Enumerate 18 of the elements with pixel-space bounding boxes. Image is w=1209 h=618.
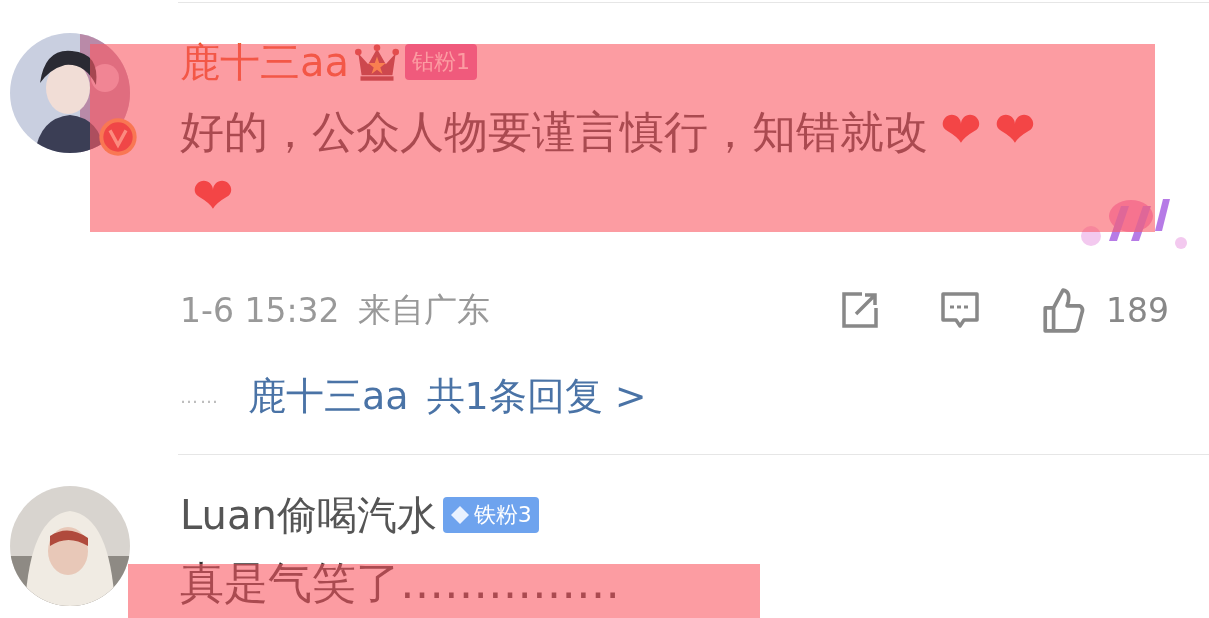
thumbs-up-icon (1040, 287, 1086, 333)
fan-badge: 钻粉1 (405, 44, 478, 80)
like-button[interactable]: 189 (1040, 287, 1169, 333)
diamond-icon (449, 505, 470, 525)
reply-author-link[interactable]: 鹿十三aa (248, 371, 409, 422)
heart-emoji: ❤ (940, 101, 982, 159)
heart-emoji: ❤ (993, 101, 1036, 159)
reply-count-link[interactable]: 共1条回复 > (426, 371, 647, 422)
comment-text: 好的，公众人物要谨言慎行，知错就改 (180, 106, 928, 157)
ellipsis-text: …… (180, 386, 220, 407)
timestamp: 1-6 15:32 (180, 290, 340, 330)
comment-icon[interactable] (940, 290, 980, 330)
location-text: 来自广东 (357, 288, 490, 331)
share-icon[interactable] (840, 290, 880, 330)
heart-emoji: ❤ (192, 167, 234, 225)
comment-text: 真是气笑了…………… (180, 557, 620, 608)
fan-badge: 铁粉3 (442, 497, 539, 533)
username[interactable]: Luan偷喝汽水 (180, 487, 437, 543)
